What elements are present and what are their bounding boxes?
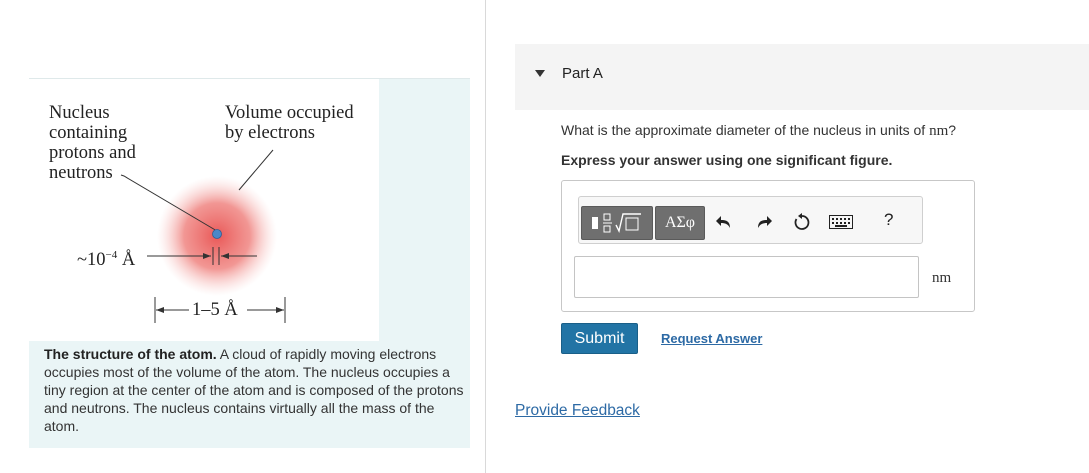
template-button[interactable]	[581, 206, 653, 240]
nucleus-size-label: ~10−4 Å	[77, 249, 136, 271]
answer-unit: nm	[932, 270, 952, 286]
answer-box: ΑΣφ ? nm	[561, 180, 975, 312]
greek-symbols-button[interactable]: ΑΣφ	[655, 206, 705, 240]
submit-button[interactable]: Submit	[561, 323, 638, 354]
math-toolbar: ΑΣφ ?	[578, 196, 923, 244]
undo-icon[interactable]	[713, 211, 735, 233]
keyboard-icon[interactable]	[828, 211, 854, 233]
help-icon[interactable]: ?	[884, 210, 893, 230]
redo-icon[interactable]	[753, 211, 775, 233]
reset-icon[interactable]	[791, 211, 813, 233]
part-title: Part A	[562, 65, 603, 82]
request-answer-link[interactable]: Request Answer	[661, 331, 762, 346]
provide-feedback-link[interactable]: Provide Feedback	[515, 402, 640, 420]
answer-instruction: Express your answer using one significan…	[561, 152, 893, 168]
volume-pointer-line	[238, 149, 274, 191]
panel-divider	[485, 0, 486, 473]
part-header[interactable]: Part A	[515, 44, 1089, 110]
template-icon	[592, 213, 641, 234]
figure-panel: Nucleus containing protons and neutrons …	[29, 78, 470, 448]
question-text: What is the approximate diameter of the …	[561, 122, 957, 139]
nucleus-dot	[212, 229, 222, 239]
figure-caption: The structure of the atom. A cloud of ra…	[44, 345, 464, 435]
atom-figure: Nucleus containing protons and neutrons …	[29, 79, 379, 341]
atom-size-label: 1–5 Å	[192, 300, 238, 320]
collapse-caret-icon[interactable]	[535, 70, 545, 77]
volume-label: Volume occupied by electrons	[225, 103, 354, 143]
nucleus-label: Nucleus containing protons and neutrons	[49, 103, 136, 183]
caption-title: The structure of the atom.	[44, 346, 217, 362]
answer-input[interactable]	[574, 256, 919, 298]
